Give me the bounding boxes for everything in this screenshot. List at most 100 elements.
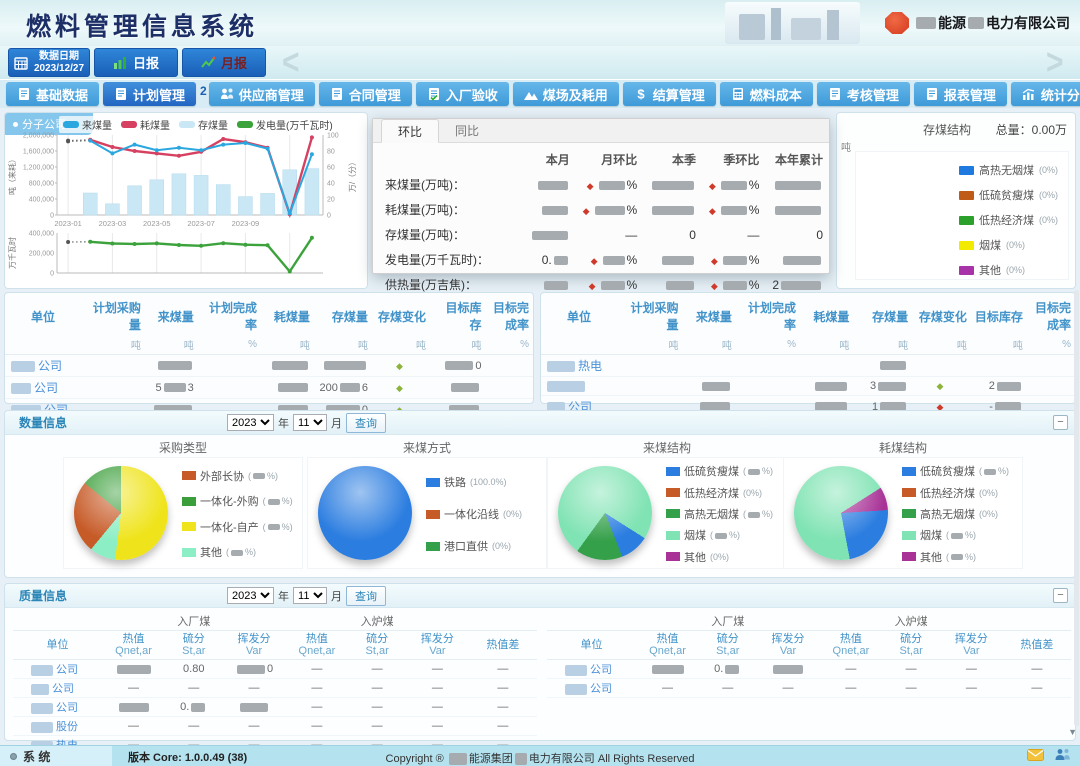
redacted-value (880, 361, 906, 370)
delta-diamond-icon: ◆ (709, 181, 716, 191)
svg-text:2,000,000: 2,000,000 (23, 133, 54, 140)
users-icon[interactable] (1054, 748, 1072, 766)
svg-text:0: 0 (50, 213, 54, 220)
unit-name[interactable]: 股份 (13, 717, 102, 736)
pie-legend-item: 烟煤 (%) (902, 527, 1009, 543)
quantity-section-header: 数量信息 2023 年 11 月 查询 − (5, 411, 1075, 435)
scrollbar[interactable] (1074, 290, 1079, 726)
unit-name[interactable]: 热电 (541, 355, 616, 377)
redacted-value (31, 684, 49, 695)
svg-text:400,000: 400,000 (29, 197, 54, 204)
summary-col-header: 计划完成率 (198, 297, 261, 335)
redacted-value (775, 206, 821, 215)
redacted-value (11, 383, 31, 394)
redacted-value (815, 382, 847, 391)
redacted-value (532, 231, 568, 240)
scroll-down-icon[interactable]: ▼ (1068, 727, 1077, 737)
pie-legend-item: 一体化沿线 (0%) (426, 506, 522, 522)
summary-table-panel-right: 单位计划采购量来煤量计划完成率耗煤量存煤量存煤变化目标库存目标完成率吨吨%吨吨吨… (540, 292, 1076, 404)
module-tab-3[interactable]: 合同管理 (319, 82, 412, 106)
redacted-value (748, 469, 760, 475)
compare-col-header: 本月 (523, 147, 576, 172)
compare-row: 来煤量(万吨)：◆%◆% (373, 172, 829, 197)
quality-col-header: 单位 (547, 631, 636, 660)
module-tab-1[interactable]: 计划管理 (103, 82, 196, 106)
quality-year-select[interactable]: 2023 (227, 587, 274, 604)
unit-name[interactable]: 公司 (547, 660, 636, 679)
compare-tab-1[interactable]: 同比 (439, 119, 495, 142)
svg-text:1,200,000: 1,200,000 (23, 165, 54, 172)
quantity-month-select[interactable]: 11 (293, 414, 327, 431)
redacted-value (515, 753, 527, 765)
redacted-value (31, 703, 53, 714)
quality-row: 公司0.———— (547, 660, 1071, 679)
daily-report-button[interactable]: 日报 (94, 48, 178, 77)
quantity-query-button[interactable]: 查询 (346, 413, 386, 433)
summary-col-header: 目标库存 (971, 297, 1027, 335)
summary-col-header: 存煤变化 (372, 297, 430, 335)
unit-name[interactable]: 公司 (5, 377, 79, 399)
stock-legend-item: 烟煤(0%) (959, 237, 1058, 253)
svg-text:800,000: 800,000 (29, 181, 54, 188)
legend-item: 发电量(万千瓦时) (237, 117, 333, 132)
dollar-icon: $ (634, 87, 648, 101)
module-tab-8[interactable]: 考核管理 (817, 82, 910, 106)
calendar-icon (14, 56, 28, 70)
data-date-button[interactable]: 数据日期 2023/12/27 (8, 48, 90, 77)
unit-name[interactable]: 公司 (547, 679, 636, 698)
quantity-year-select[interactable]: 2023 (227, 414, 274, 431)
calculator-icon (731, 87, 745, 101)
summary-row: 公司◆0 (5, 355, 533, 377)
redacted-value (997, 382, 1021, 391)
database-icon (17, 87, 31, 101)
unit-name[interactable]: 公司 (13, 698, 102, 717)
quality-row: 股份——————— (13, 717, 537, 736)
stock-legend-item: 低热经济煤(0%) (959, 212, 1058, 228)
redacted-value (445, 361, 473, 370)
summary-row: 3◆2 (541, 377, 1075, 396)
module-tab-9[interactable]: 报表管理 (914, 82, 1007, 106)
quality-col-header: 热值Qnet,ar (636, 631, 699, 660)
quality-query-button[interactable]: 查询 (346, 586, 386, 606)
pie-title: 来煤结构 (547, 439, 787, 457)
people-icon (220, 87, 234, 101)
monthly-report-label: 月报 (221, 53, 247, 72)
quantity-collapse-button[interactable]: − (1053, 415, 1068, 430)
scroll-left-icon[interactable]: < (282, 43, 300, 84)
module-tab-4[interactable]: 入厂验收 (416, 82, 509, 106)
quality-month-select[interactable]: 11 (293, 587, 327, 604)
module-tab-7[interactable]: 燃料成本 (720, 82, 813, 106)
redacted-value (547, 361, 575, 372)
redacted-value (595, 206, 625, 215)
pie-chart (74, 466, 168, 560)
unit-name[interactable]: 公司 (13, 679, 102, 698)
summary-col-header: 存煤量 (853, 297, 912, 335)
quality-collapse-button[interactable]: − (1053, 588, 1068, 603)
quality-col-header: 硫分St,ar (348, 631, 406, 660)
compare-tab-0[interactable]: 环比 (381, 119, 439, 143)
redacted-value (547, 381, 585, 392)
summary-col-header: 目标完成率 (485, 297, 533, 335)
monthly-report-button[interactable]: 月报 (182, 48, 266, 77)
svg-text:60: 60 (327, 165, 335, 172)
legend-item: 存煤量 (179, 117, 228, 132)
legend-item: 耗煤量 (121, 117, 170, 132)
delta-diamond-icon: ◆ (711, 281, 718, 291)
module-tab-5[interactable]: 煤场及耗用 (513, 82, 619, 106)
redacted-value (272, 361, 308, 370)
redacted-value (268, 524, 280, 530)
module-tab-0[interactable]: 基础数据 (6, 82, 99, 106)
module-tab-6[interactable]: $ 结算管理 (623, 82, 716, 106)
module-tab-2[interactable]: 供应商管理 (209, 82, 315, 106)
svg-text:400,000: 400,000 (29, 231, 54, 238)
stock-total-value: 总量：0.00万 (996, 121, 1067, 138)
module-tab-10[interactable]: 统计分析 (1011, 82, 1080, 106)
mail-icon[interactable] (1027, 748, 1044, 766)
quality-row: 公司0.800———— (13, 660, 537, 679)
unit-name[interactable]: 公司 (5, 355, 79, 377)
unit-name[interactable] (541, 377, 616, 396)
scroll-right-icon[interactable]: > (1046, 43, 1064, 84)
svg-text:20: 20 (327, 197, 335, 204)
stock-structure-title: 存煤结构 (923, 121, 971, 138)
unit-name[interactable]: 公司 (13, 660, 102, 679)
